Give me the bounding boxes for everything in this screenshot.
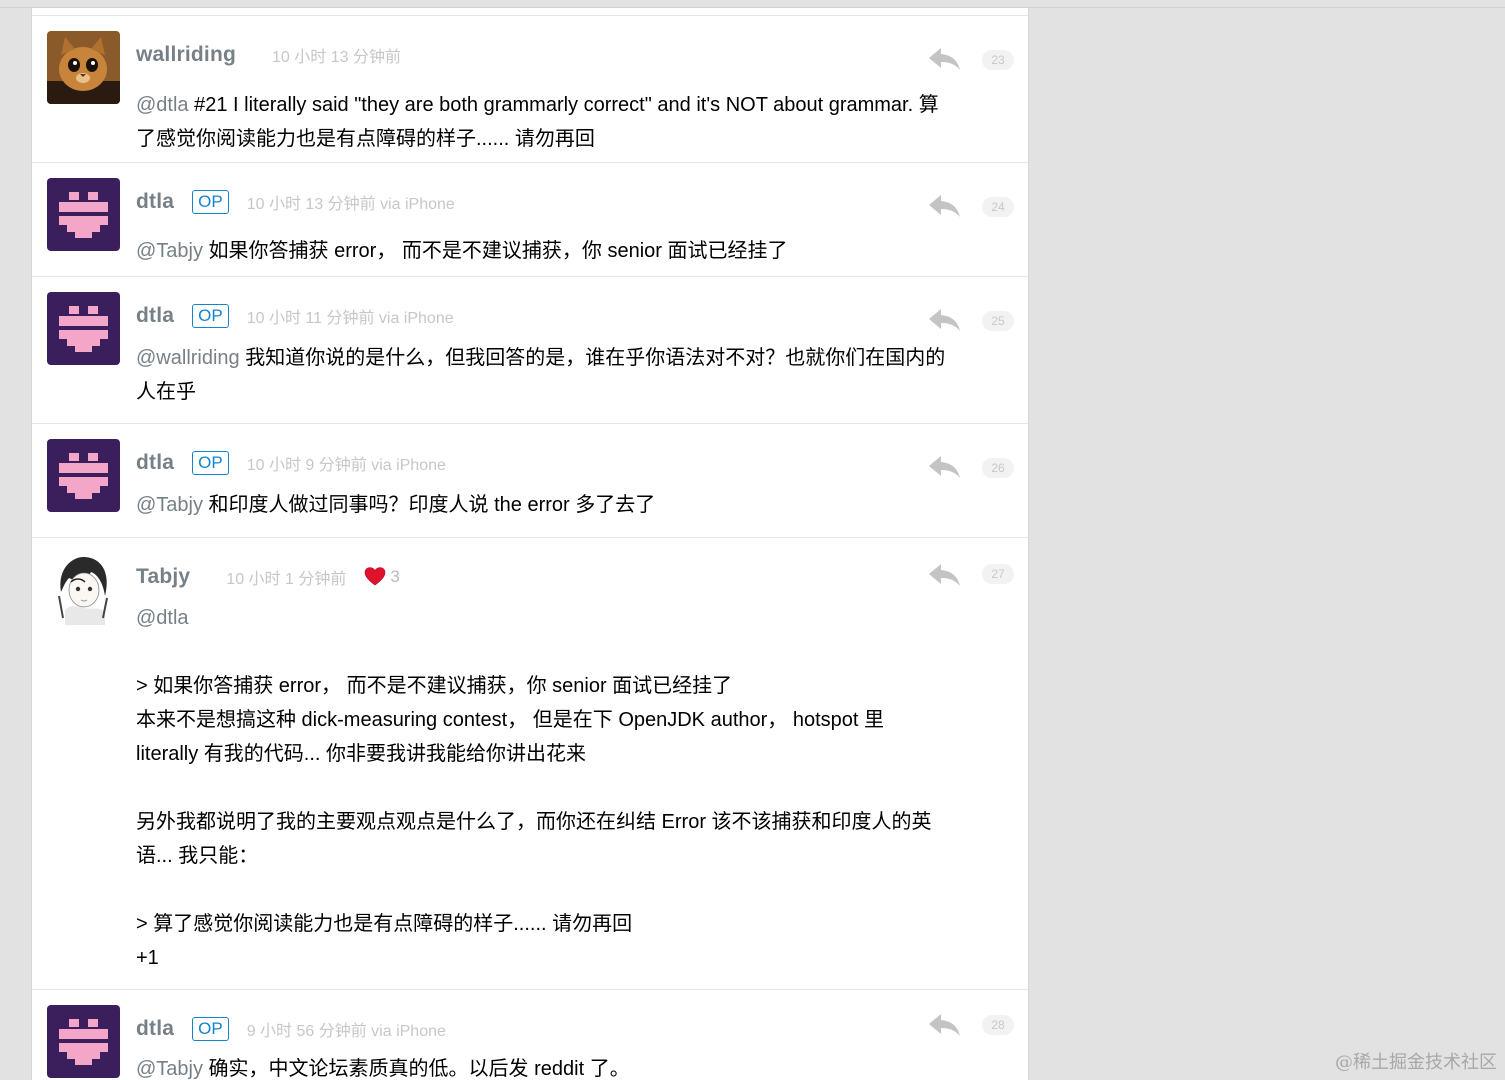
pixel-avatar[interactable] [47, 439, 120, 512]
top-edge [0, 0, 1505, 8]
username[interactable]: wallriding [136, 43, 236, 67]
reply-meta: wallriding 10 小时 13 分钟前 [136, 40, 401, 70]
floor-number: 24 [982, 197, 1014, 217]
mention-link[interactable]: @wallriding [136, 347, 240, 369]
floor-number: 23 [982, 50, 1014, 70]
reply-content: @dtla > 如果你答捕获 error， 而不是不建议捕获，你 senior … [136, 607, 932, 969]
reply-content: @Tabjy 如果你答捕获 error， 而不是不建议捕获，你 senior 面… [136, 240, 788, 262]
reply-arrow-icon[interactable] [928, 562, 962, 588]
pixel-avatar[interactable] [47, 292, 120, 365]
reply-time: 10 小时 13 分钟前 [272, 49, 401, 66]
watermark: @稀土掘金技术社区 [1335, 1052, 1497, 1073]
reply-cell: Tabjy 10 小时 1 分钟前 3 27 @dtla > 如果你答捕获 er… [32, 538, 1028, 990]
mention-link[interactable]: @Tabjy [136, 240, 203, 262]
reply-content: @wallriding 我知道你说的是什么，但我回答的是，谁在乎你语法对不对？也… [136, 347, 946, 403]
op-badge: OP [192, 304, 229, 328]
mention-link[interactable]: @dtla [136, 607, 189, 629]
reply-content: @Tabjy 确实，中文论坛素质真的低。以后发 reddit 了。 [136, 1058, 630, 1080]
op-badge: OP [192, 451, 229, 475]
reply-time: 10 小时 13 分钟前 via iPhone [246, 196, 455, 213]
pixel-avatar[interactable] [47, 178, 120, 251]
reply-cell: dtla OP 10 小时 9 分钟前 via iPhone 26 @Tabjy… [32, 424, 1028, 538]
reply-meta: dtla OP 10 小时 13 分钟前 via iPhone [136, 187, 455, 217]
floor-number: 28 [982, 1015, 1014, 1035]
sketch-avatar[interactable] [47, 552, 120, 625]
username[interactable]: dtla [136, 451, 174, 475]
floor-number: 25 [982, 311, 1014, 331]
reply-cell: dtla OP 10 小时 11 分钟前 via iPhone 25 @wall… [32, 277, 1028, 424]
heart-icon [365, 567, 386, 586]
previous-reply-edge [32, 8, 1028, 16]
reply-cell: wallriding 10 小时 13 分钟前 23 @dtla #21 I l… [32, 16, 1028, 163]
reply-meta: dtla OP 10 小时 11 分钟前 via iPhone [136, 301, 454, 331]
reply-cell: dtla OP 9 小时 56 分钟前 via iPhone 28 @Tabjy… [32, 990, 1028, 1080]
reply-arrow-icon[interactable] [928, 46, 962, 72]
op-badge: OP [192, 190, 229, 214]
reply-content: @Tabjy 和印度人做过同事吗？印度人说 the error 多了去了 [136, 494, 656, 516]
username[interactable]: dtla [136, 1017, 174, 1041]
mention-link[interactable]: @Tabjy [136, 1058, 203, 1080]
reply-time: 9 小时 56 分钟前 via iPhone [246, 1023, 446, 1040]
reply-cell: dtla OP 10 小时 13 分钟前 via iPhone 24 @Tabj… [32, 163, 1028, 277]
reply-meta: dtla OP 9 小时 56 分钟前 via iPhone [136, 1014, 446, 1044]
reply-meta: Tabjy 10 小时 1 分钟前 3 [136, 562, 400, 592]
username[interactable]: dtla [136, 190, 174, 214]
reply-time: 10 小时 11 分钟前 via iPhone [246, 310, 454, 327]
cat-avatar[interactable] [47, 31, 120, 104]
username[interactable]: dtla [136, 304, 174, 328]
reply-time: 10 小时 9 分钟前 via iPhone [246, 457, 446, 474]
reply-arrow-icon[interactable] [928, 454, 962, 480]
op-badge: OP [192, 1017, 229, 1041]
floor-number: 26 [982, 458, 1014, 478]
reply-content: @dtla #21 I literally said "they are bot… [136, 94, 939, 150]
mention-link[interactable]: @dtla [136, 94, 189, 116]
reply-time: 10 小时 1 分钟前 [226, 571, 347, 588]
replies-box: wallriding 10 小时 13 分钟前 23 @dtla #21 I l… [31, 8, 1029, 1080]
pixel-avatar[interactable] [47, 1005, 120, 1078]
reply-meta: dtla OP 10 小时 9 分钟前 via iPhone [136, 448, 446, 478]
reply-arrow-icon[interactable] [928, 307, 962, 333]
floor-number: 27 [982, 564, 1014, 584]
reply-arrow-icon[interactable] [928, 193, 962, 219]
username[interactable]: Tabjy [136, 565, 190, 589]
reply-arrow-icon[interactable] [928, 1012, 962, 1038]
like-count: 3 [364, 566, 400, 588]
mention-link[interactable]: @Tabjy [136, 494, 203, 516]
